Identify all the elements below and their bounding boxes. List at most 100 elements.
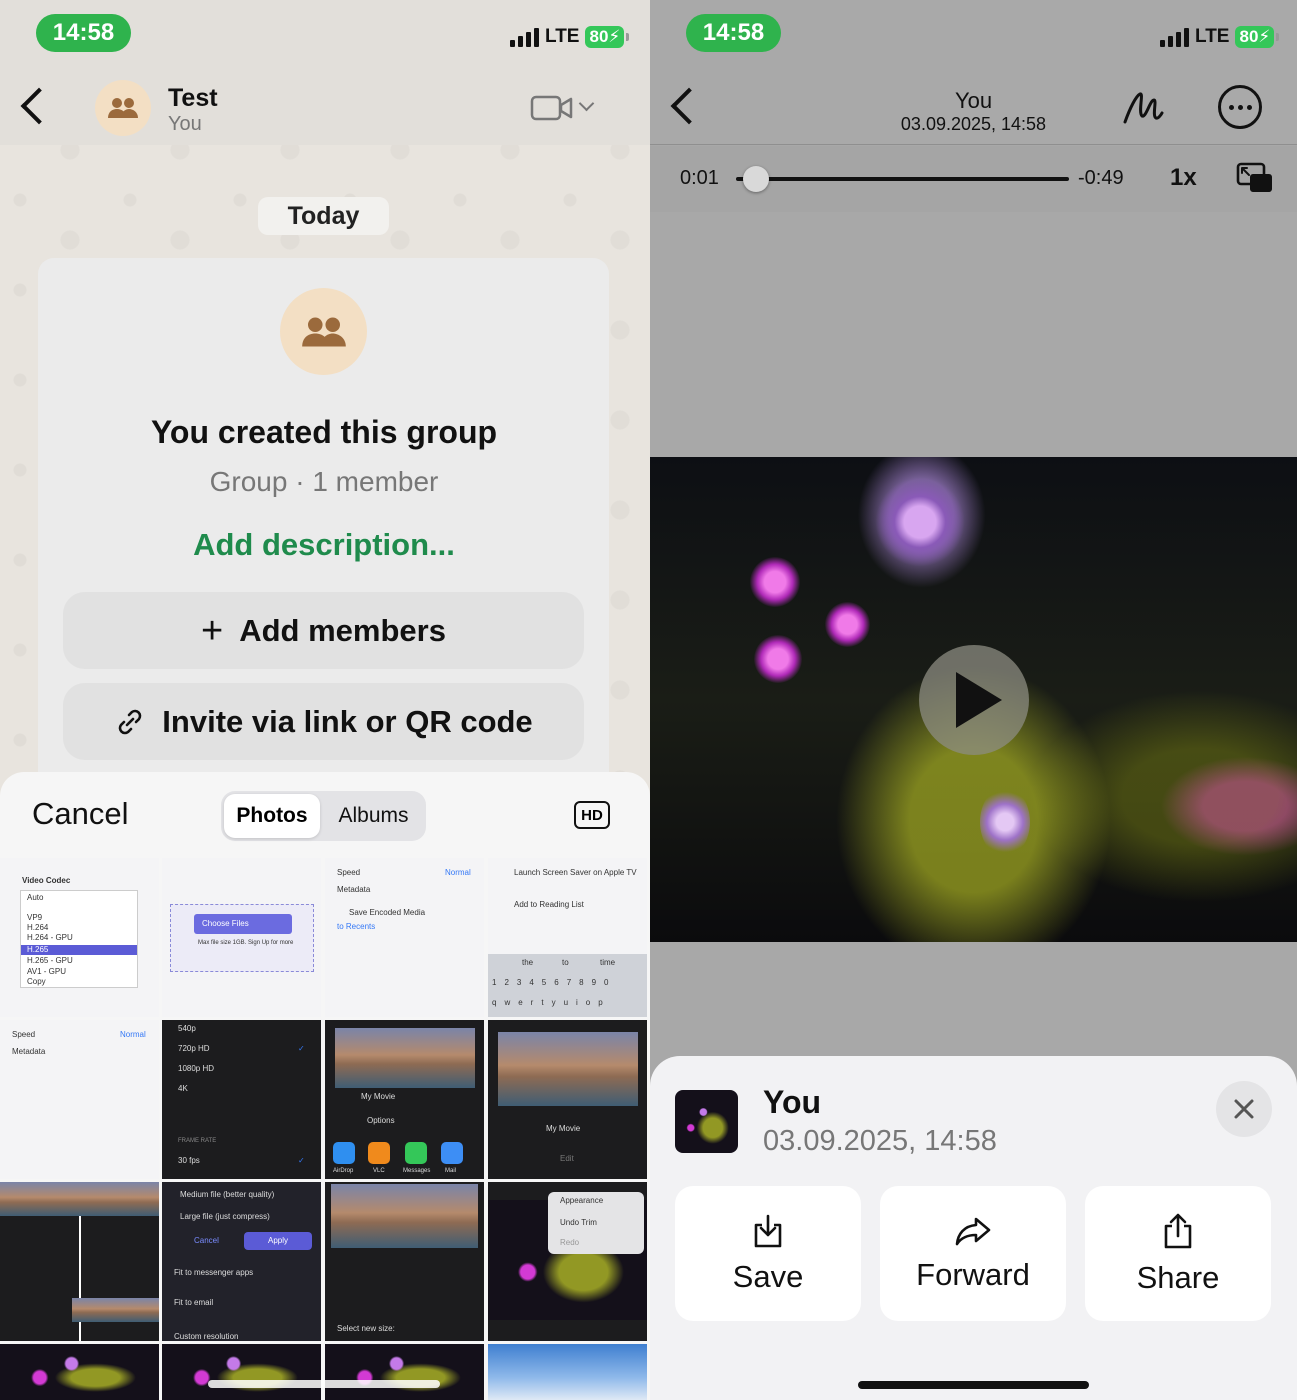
thumb-text: Messages <box>403 1168 431 1174</box>
thumb-text: My Movie <box>361 1092 396 1101</box>
share-label: Share <box>1136 1259 1220 1295</box>
play-icon[interactable] <box>919 645 1029 755</box>
share-button[interactable]: Share <box>1085 1186 1271 1321</box>
thumb-text: Metadata <box>337 885 371 894</box>
group-card-subtitle: Group · 1 member <box>209 466 439 497</box>
thumb-text: 540p <box>178 1024 196 1033</box>
venice-image <box>498 1032 638 1106</box>
plus-icon: + <box>201 609 224 652</box>
status-indicators: LTE 80 ⚡ <box>1160 26 1280 48</box>
cancel-button[interactable]: Cancel <box>32 796 129 832</box>
sent-date: 03.09.2025, 14:58 <box>763 1125 997 1157</box>
progress-knob[interactable] <box>742 166 769 192</box>
playback-speed-button[interactable]: 1x <box>1170 164 1197 192</box>
thumb-text: Normal <box>120 1030 146 1039</box>
tab-albums[interactable]: Albums <box>324 794 423 838</box>
thumb-text: to Recents <box>337 922 376 931</box>
forward-button[interactable]: Forward <box>880 1186 1066 1321</box>
group-people-icon <box>108 98 138 118</box>
viewer-title: You <box>954 88 993 113</box>
media-info-sheet: You 03.09.2025, 14:58 Save Forward Share <box>650 1056 1297 1400</box>
thumb-text: Custom resolution <box>174 1332 239 1341</box>
sender-name: You <box>763 1084 822 1120</box>
thumb-text: Metadata <box>12 1047 46 1056</box>
thumb-text: H.264 - GPU <box>27 933 73 942</box>
remaining-time: -0:49 <box>1078 167 1124 189</box>
thumb-text: Medium file (better quality) <box>180 1190 275 1199</box>
venice-image <box>335 1028 475 1088</box>
photo-thumbnail[interactable]: My Movie Edit <box>488 1020 647 1179</box>
signal-icon <box>1160 27 1189 47</box>
signal-icon <box>510 27 539 47</box>
home-indicator <box>208 1380 440 1388</box>
group-card-avatar <box>280 288 367 375</box>
chat-title[interactable]: Test <box>168 84 218 113</box>
add-members-button[interactable]: + Add members <box>63 592 584 669</box>
photo-thumbnail[interactable]: My Movie Options AirDrop VLC Messages Ma… <box>325 1020 484 1179</box>
video-graphic <box>750 557 800 607</box>
group-avatar[interactable] <box>95 80 151 136</box>
video-camera-icon[interactable] <box>530 94 574 122</box>
add-description-link[interactable]: Add description... <box>0 527 648 563</box>
airdrop-icon <box>333 1142 355 1164</box>
thumb-text: Speed <box>12 1030 36 1039</box>
photo-thumbnail[interactable] <box>0 1182 159 1341</box>
add-members-label: Add members <box>239 612 446 648</box>
thumb-text: Cancel <box>194 1236 219 1245</box>
photo-thumbnail[interactable] <box>325 1344 484 1400</box>
concert-image <box>162 1344 321 1400</box>
thumb-text: Copy <box>27 977 46 986</box>
thumb-text: qwertyuiop <box>492 998 611 1007</box>
close-button[interactable] <box>1216 1081 1272 1137</box>
more-ellipsis-icon[interactable] <box>1218 85 1262 129</box>
date-pill: Today <box>258 197 389 235</box>
viewer-date: 03.09.2025, 14:58 <box>900 114 1047 134</box>
photo-thumbnail[interactable]: Launch Screen Saver on Apple TV Add to R… <box>488 858 647 1017</box>
save-button[interactable]: Save <box>675 1186 861 1321</box>
network-type: LTE <box>1195 26 1230 47</box>
photo-thumbnail[interactable]: Appearance Undo Trim Redo <box>488 1182 647 1341</box>
save-download-icon <box>754 1214 782 1247</box>
hd-toggle[interactable]: HD <box>574 801 610 829</box>
thumb-text: Video Codec <box>22 876 71 885</box>
network-type: LTE <box>545 26 580 47</box>
invite-link-button[interactable]: Invite via link or QR code <box>63 683 584 760</box>
progress-track[interactable] <box>736 177 1069 181</box>
photo-thumbnail[interactable]: Speed Normal Metadata Save Encoded Media… <box>325 858 484 1017</box>
tab-photos[interactable]: Photos <box>224 794 320 838</box>
share-icon <box>1164 1213 1192 1248</box>
thumb-text: 1234567890 <box>492 978 617 987</box>
photo-thumbnail[interactable]: Speed Normal Metadata <box>0 1020 159 1179</box>
picture-in-picture-icon[interactable] <box>1236 162 1274 194</box>
photo-thumbnail[interactable] <box>162 1344 321 1400</box>
photo-thumbnail[interactable]: 540p 720p HD ✓ 1080p HD 4K FRAME RATE 30… <box>162 1020 321 1179</box>
save-label: Save <box>732 1258 804 1294</box>
media-thumbnail <box>675 1090 738 1153</box>
photo-thumbnail[interactable]: Medium file (better quality) Large file … <box>162 1182 321 1341</box>
battery-level: 80 <box>1239 27 1259 46</box>
thumb-text: Options <box>367 1116 395 1125</box>
playhead <box>79 1216 81 1341</box>
thumb-text: My Movie <box>546 1124 581 1133</box>
photo-thumbnail[interactable] <box>488 1344 647 1400</box>
photo-thumbnail[interactable]: Choose Files Max file size 1GB. Sign Up … <box>162 858 321 1017</box>
battery-level: 80 <box>589 27 609 46</box>
close-icon <box>1234 1099 1254 1119</box>
thumb-text: AV1 - GPU <box>27 967 66 976</box>
photo-thumbnail[interactable]: Select new size: <box>325 1182 484 1341</box>
battery-icon: 80 ⚡ <box>1235 26 1280 48</box>
concert-image <box>0 1344 159 1400</box>
markup-pen-icon[interactable] <box>1122 88 1164 126</box>
photo-thumbnail[interactable] <box>0 1344 159 1400</box>
thumb-text: Select new size: <box>337 1324 395 1333</box>
thumb-text: Apply <box>268 1236 289 1245</box>
vlc-icon <box>368 1142 390 1164</box>
photo-thumbnail[interactable]: Video Codec Auto VP9 H.264 H.264 - GPU H… <box>0 858 159 1017</box>
picker-segmented-control: Photos Albums <box>221 791 426 841</box>
thumb-text: VLC <box>373 1168 385 1174</box>
thumb-text: H.265 - GPU <box>27 956 73 965</box>
sky-image <box>488 1344 647 1400</box>
video-frame[interactable] <box>650 457 1297 942</box>
status-time: 14:58 <box>686 14 781 52</box>
thumb-text: Launch Screen Saver on Apple TV <box>514 868 637 877</box>
